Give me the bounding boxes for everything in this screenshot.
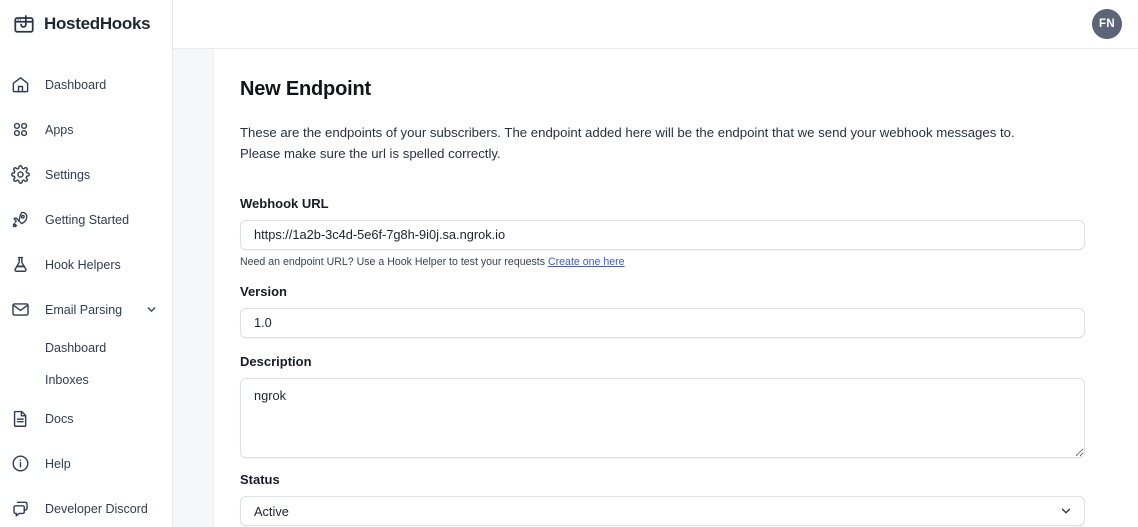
rocket-icon [9,209,31,231]
info-circle-icon [9,453,31,475]
sidebar-item-email-parsing[interactable]: Email Parsing [0,287,172,332]
grid-apps-icon [9,119,31,141]
sidebar-item-hook-helpers[interactable]: Hook Helpers [0,242,172,287]
field-version: Version [240,284,1085,338]
sidebar-subitem-label: Dashboard [45,341,107,355]
sidebar-item-label: Help [45,456,71,471]
content-card: New Endpoint These are the endpoints of … [213,49,1138,527]
version-label: Version [240,284,287,299]
sidebar-item-docs[interactable]: Docs [0,396,172,441]
page-description: These are the endpoints of your subscrib… [240,125,1015,161]
brand-name: HostedHooks [44,14,151,33]
flask-icon [9,254,31,276]
helper-text: Need an endpoint URL? Use a Hook Helper … [240,256,548,268]
home-icon [9,74,31,96]
chat-bubbles-icon [9,498,31,520]
sidebar-nav: Dashboard Apps Settings Getting Started … [0,49,172,527]
field-description: Description ngrok [240,354,1085,458]
sidebar-item-label: Dashboard [45,77,107,92]
chevron-down-icon[interactable] [146,304,157,315]
avatar[interactable]: FN [1092,9,1122,39]
browser-hook-icon [13,13,35,35]
sidebar-item-apps[interactable]: Apps [0,107,172,152]
sidebar-item-settings[interactable]: Settings [0,152,172,197]
field-webhook-url: Webhook URL Need an endpoint URL? Use a … [240,196,1085,268]
create-hook-helper-link[interactable]: Create one here [548,256,625,268]
sidebar-subitem-email-parsing-dashboard[interactable]: Dashboard [0,332,172,364]
webhook-url-helper-text: Need an endpoint URL? Use a Hook Helper … [240,256,1085,268]
page-background: New Endpoint These are the endpoints of … [173,49,1138,527]
sidebar-item-dashboard[interactable]: Dashboard [0,62,172,107]
sidebar: HostedHooks Dashboard Apps Settings Gett… [0,0,173,527]
gear-icon [9,164,31,186]
sidebar-item-label: Hook Helpers [45,257,121,272]
sidebar-item-label: Settings [45,167,91,182]
topbar: FN [173,0,1138,49]
sidebar-item-label: Getting Started [45,212,130,227]
webhook-url-label: Webhook URL [240,196,329,211]
sidebar-item-help[interactable]: Help [0,441,172,486]
sidebar-item-getting-started[interactable]: Getting Started [0,197,172,242]
page-title: New Endpoint [240,78,371,100]
field-status: Status Active [240,472,1085,526]
sidebar-item-developer-discord[interactable]: Developer Discord [0,486,172,527]
status-select[interactable]: Active [240,496,1085,526]
version-input[interactable] [240,308,1085,338]
description-textarea[interactable]: ngrok [240,378,1085,458]
sidebar-subitem-label: Inboxes [45,373,89,387]
sidebar-item-label: Docs [45,411,74,426]
brand-logo-block[interactable]: HostedHooks [0,0,172,49]
sidebar-item-label: Developer Discord [45,501,148,516]
sidebar-item-label: Email Parsing [45,302,123,317]
app-root: HostedHooks Dashboard Apps Settings Gett… [0,0,1138,527]
status-label: Status [240,472,280,487]
status-select-wrap: Active [240,496,1085,526]
main-region: FN New Endpoint These are the endpoints … [173,0,1138,527]
sidebar-subitem-email-parsing-inboxes[interactable]: Inboxes [0,364,172,396]
sidebar-item-label: Apps [45,122,74,137]
document-icon [9,408,31,430]
envelope-icon [9,299,31,321]
description-label: Description [240,354,312,369]
webhook-url-input[interactable] [240,220,1085,250]
